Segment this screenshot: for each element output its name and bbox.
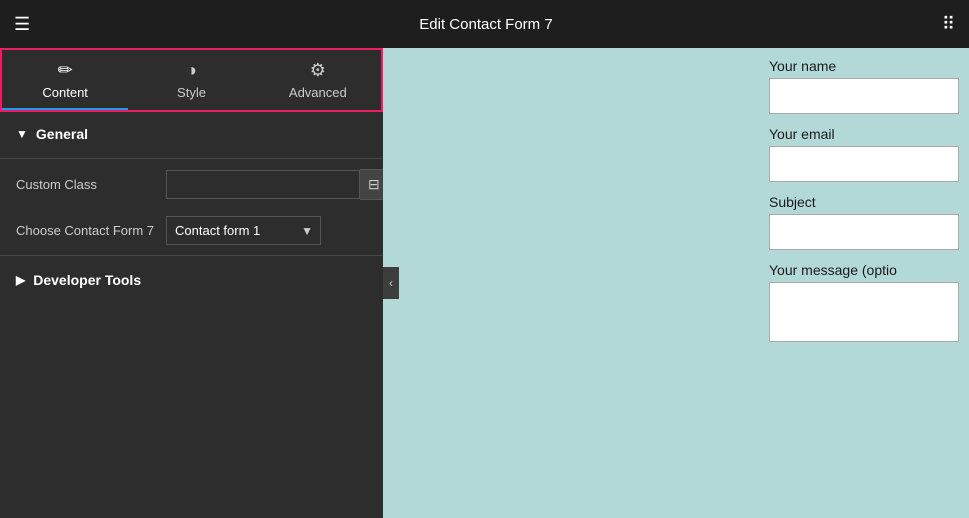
form-email-label: Your email: [769, 126, 959, 142]
general-section-header[interactable]: ▼ General: [0, 112, 383, 156]
page-title: Edit Contact Form 7: [419, 16, 552, 33]
left-panel: ✏ Content ◑ Style ⚙ Advanced ▼ General C: [0, 48, 383, 518]
chevron-left-icon: ‹: [389, 276, 393, 290]
tab-advanced[interactable]: ⚙ Advanced: [255, 50, 381, 110]
divider-1: [0, 158, 383, 159]
developer-tools-arrow-icon: ▶: [16, 273, 25, 287]
form-preview: Your name Your email Subject Your messag…: [759, 48, 969, 369]
custom-class-row: Custom Class ⊟: [0, 161, 383, 208]
form-field-name: Your name: [769, 58, 959, 114]
pencil-icon: ✏: [58, 60, 73, 81]
custom-class-db-icon-btn[interactable]: ⊟: [360, 169, 383, 200]
preview-panel: Your name Your email Subject Your messag…: [383, 48, 969, 518]
tabs-bar: ✏ Content ◑ Style ⚙ Advanced: [0, 48, 383, 112]
developer-tools-label: Developer Tools: [33, 272, 141, 288]
tab-content[interactable]: ✏ Content: [2, 50, 128, 110]
tab-style[interactable]: ◑ Style: [128, 50, 254, 110]
style-icon: ◑: [186, 60, 197, 81]
contact-form-select-wrapper: Contact form 1 Contact form 2 ▼: [166, 216, 321, 245]
gear-icon: ⚙: [310, 60, 326, 81]
developer-tools-header[interactable]: ▶ Developer Tools: [0, 258, 383, 302]
tab-style-label: Style: [177, 85, 206, 100]
form-field-email: Your email: [769, 126, 959, 182]
panel-content: ▼ General Custom Class ⊟ Choose Contact …: [0, 112, 383, 518]
form-email-input[interactable]: [769, 146, 959, 182]
grid-icon[interactable]: ⠿: [942, 14, 955, 35]
contact-form-row: Choose Contact Form 7 Contact form 1 Con…: [0, 208, 383, 253]
form-subject-label: Subject: [769, 194, 959, 210]
form-subject-input[interactable]: [769, 214, 959, 250]
general-section-label: General: [36, 126, 88, 142]
form-name-label: Your name: [769, 58, 959, 74]
form-message-label: Your message (optio: [769, 262, 959, 278]
hamburger-icon[interactable]: ☰: [14, 14, 30, 35]
custom-class-label: Custom Class: [16, 177, 156, 192]
form-message-textarea[interactable]: [769, 282, 959, 342]
custom-class-input-wrapper: ⊟: [166, 169, 383, 200]
main-layout: ✏ Content ◑ Style ⚙ Advanced ▼ General C: [0, 48, 969, 518]
divider-2: [0, 255, 383, 256]
form-field-subject: Subject: [769, 194, 959, 250]
tab-advanced-label: Advanced: [289, 85, 347, 100]
form-field-message: Your message (optio: [769, 262, 959, 347]
form-name-input[interactable]: [769, 78, 959, 114]
contact-form-select[interactable]: Contact form 1 Contact form 2: [166, 216, 321, 245]
app-header: ☰ Edit Contact Form 7 ⠿: [0, 0, 969, 48]
custom-class-input[interactable]: [166, 170, 360, 199]
general-arrow-icon: ▼: [16, 127, 28, 141]
collapse-panel-button[interactable]: ‹: [383, 267, 399, 299]
tab-content-label: Content: [42, 85, 88, 100]
contact-form-label: Choose Contact Form 7: [16, 223, 156, 238]
